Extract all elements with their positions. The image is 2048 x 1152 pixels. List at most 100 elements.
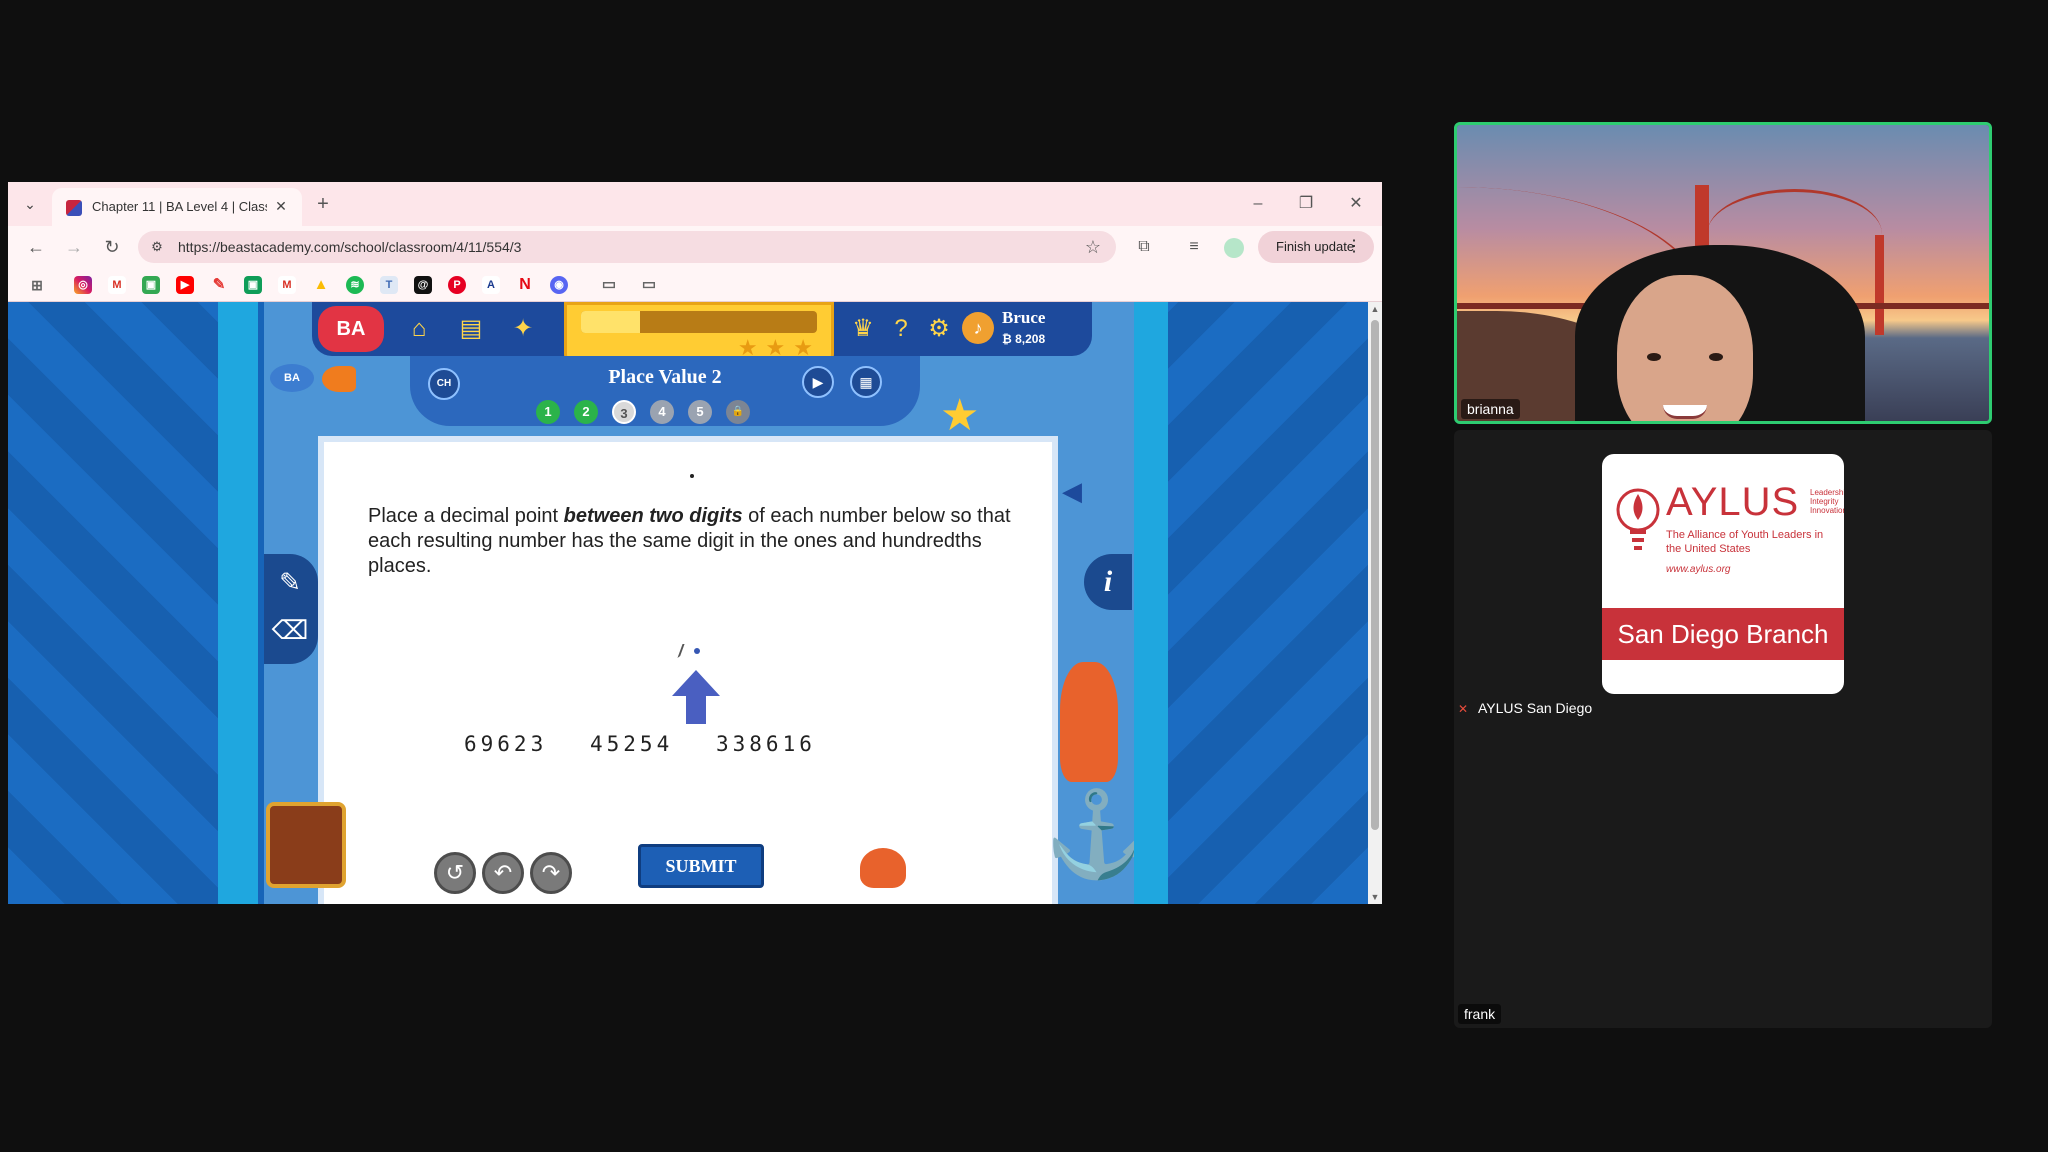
book-icon[interactable]: ▤ (454, 312, 488, 346)
aylus-tagline: Leadership Integrity Innovation (1810, 488, 1844, 515)
address-bar[interactable]: ⚙ https://beastacademy.com/school/classr… (138, 231, 1116, 263)
participant-name-aylus-label: AYLUS San Diego (1478, 700, 1593, 716)
gmail-2-icon[interactable]: M (278, 276, 296, 294)
classroom-2-icon[interactable]: ▣ (244, 276, 262, 294)
step-indicator-5[interactable]: 5 (688, 400, 712, 424)
settings-gear-icon[interactable]: ⚙ (922, 312, 956, 346)
browser-toolbar: ← → ↻ ⚙ https://beastacademy.com/school/… (8, 226, 1382, 268)
step-indicator-1[interactable]: 1 (536, 400, 560, 424)
page-content: BA ⌂ ▤ ✦ ★★★ ♛ ? ⚙ ♪ Bruce ₿ 8,208 CH Pl… (8, 302, 1368, 904)
help-icon[interactable]: ? (884, 312, 918, 346)
video-tile-aylus[interactable]: AYLUS Leadership Integrity Innovation Th… (1454, 430, 1992, 1028)
number-option-2[interactable]: 45254 (590, 732, 673, 756)
reload-button[interactable]: ↻ (100, 235, 124, 259)
threads-icon[interactable]: @ (414, 276, 432, 294)
problem-emphasis: between two digits (563, 505, 743, 527)
info-button[interactable]: i (1084, 554, 1132, 610)
number-option-3[interactable]: 338616 (716, 732, 816, 756)
pen-icon[interactable]: ✎ (210, 276, 228, 294)
finish-update-button[interactable]: Finish update ⋮ (1258, 231, 1374, 263)
guide-book-button[interactable]: ▦ (850, 366, 882, 398)
mouse-cursor (677, 644, 693, 658)
participant-name-brianna: brianna (1461, 399, 1520, 419)
notification-bell-icon[interactable]: ♪ (962, 312, 994, 344)
apps-grid-icon[interactable]: ⊞ (28, 276, 46, 294)
netflix-icon[interactable]: N (516, 276, 534, 294)
adobe-icon[interactable]: A (482, 276, 500, 294)
home-icon[interactable]: ⌂ (402, 312, 436, 346)
video-tile-brianna[interactable]: brianna (1454, 122, 1992, 424)
extensions-icon[interactable]: ⧉ (1132, 235, 1156, 259)
participant-name-aylus: ✕ AYLUS San Diego (1458, 700, 1592, 716)
eraser-tool-icon[interactable]: ⌫ (270, 610, 310, 650)
page-scrollbar[interactable]: ▲ ▼ (1368, 302, 1382, 904)
tab-title: Chapter 11 | BA Level 4 | Classroom (92, 199, 267, 214)
translate-icon[interactable]: T (380, 276, 398, 294)
bookmark-star-icon[interactable]: ☆ (1082, 236, 1104, 258)
step-indicator-4[interactable]: 4 (650, 400, 674, 424)
problem-card: Place a decimal point between two digits… (318, 436, 1058, 904)
undo-button[interactable]: ↶ (482, 852, 524, 894)
spotify-icon[interactable]: ≋ (346, 276, 364, 294)
lesson-title: Place Value 2 (608, 366, 722, 388)
beast-academy-logo[interactable]: BA (318, 306, 384, 352)
pinterest-icon[interactable]: P (448, 276, 466, 294)
anchor-icon: ⚓ (1044, 787, 1134, 881)
folder-icon[interactable]: ▭ (600, 276, 618, 294)
reset-button[interactable]: ↺ (434, 852, 476, 894)
scroll-down-icon[interactable]: ▼ (1370, 892, 1380, 902)
back-button[interactable]: ← (24, 235, 48, 259)
participant-smile (1663, 405, 1707, 419)
lesson-header: CH Place Value 2 ▶ ▦ 1 2 3 4 5 🔒 (410, 356, 920, 426)
user-name[interactable]: Bruce (1002, 308, 1045, 328)
beast-academy-favicon-icon (66, 200, 82, 216)
close-window-button[interactable]: ✕ (1338, 192, 1374, 216)
step-indicator-2[interactable]: 2 (574, 400, 598, 424)
background-pattern-right (1168, 302, 1368, 904)
submit-button[interactable]: SUBMIT (638, 844, 764, 888)
profile-avatar[interactable] (1224, 238, 1244, 258)
coin-count: 8,208 (1015, 332, 1046, 346)
tab-bar: ⌄ Chapter 11 | BA Level 4 | Classroom ✕ … (8, 182, 1382, 226)
classroom-icon[interactable]: ▣ (142, 276, 160, 294)
close-tab-icon[interactable]: ✕ (272, 197, 290, 215)
more-menu-icon[interactable]: ⋮ (1346, 231, 1362, 263)
new-tab-button[interactable]: + (310, 192, 336, 218)
play-video-button[interactable]: ▶ (802, 366, 834, 398)
restore-button[interactable]: ❐ (1288, 192, 1324, 216)
puzzle-icon[interactable]: ✦ (506, 312, 540, 346)
forward-button[interactable]: → (62, 235, 86, 259)
drive-icon[interactable]: ▲ (312, 276, 330, 294)
orange-fish-icon (322, 366, 356, 392)
top-hud: BA ⌂ ▤ ✦ ★★★ ♛ ? ⚙ ♪ Bruce ₿ 8,208 (312, 302, 1092, 368)
discord-icon[interactable]: ◉ (550, 276, 568, 294)
progress-bar (581, 311, 817, 333)
url-text: https://beastacademy.com/school/classroo… (178, 239, 522, 255)
minimize-button[interactable]: – (1240, 192, 1276, 216)
tab-active[interactable]: Chapter 11 | BA Level 4 | Classroom ✕ (52, 188, 302, 226)
redo-button[interactable]: ↷ (530, 852, 572, 894)
gmail-icon[interactable]: M (108, 276, 126, 294)
dragged-decimal-point[interactable] (694, 648, 700, 654)
bookmarks-bar: ⊞ ◎ M ▣ ▶ ✎ ▣ M ▲ ≋ T @ P A N ◉ ▭ ▭ (8, 268, 1382, 302)
scroll-up-icon[interactable]: ▲ (1370, 304, 1380, 314)
site-info-icon[interactable]: ⚙ (148, 238, 166, 256)
up-arrow-icon (672, 670, 720, 724)
instagram-icon[interactable]: ◎ (74, 276, 92, 294)
trophy-icon[interactable]: ♛ (846, 312, 880, 346)
finish-update-label: Finish update (1276, 239, 1355, 254)
step-indicator-3[interactable]: 3 (612, 400, 636, 424)
scrollbar-thumb[interactable] (1371, 320, 1379, 830)
browser-window: ⌄ Chapter 11 | BA Level 4 | Classroom ✕ … (8, 182, 1382, 904)
folder-2-icon[interactable]: ▭ (640, 276, 658, 294)
coin-icon: ₿ (1002, 332, 1016, 346)
decimal-point-source[interactable] (690, 474, 694, 478)
fish-logo-icon: BA (270, 364, 314, 392)
mic-muted-icon: ✕ (1458, 702, 1469, 716)
pencil-tool-icon[interactable]: ✎ (270, 562, 310, 602)
tab-search-button[interactable]: ⌄ (20, 194, 40, 214)
media-control-icon[interactable]: ≡ (1182, 235, 1206, 259)
number-option-1[interactable]: 69623 (464, 732, 547, 756)
aylus-url: www.aylus.org (1666, 564, 1731, 575)
youtube-icon[interactable]: ▶ (176, 276, 194, 294)
